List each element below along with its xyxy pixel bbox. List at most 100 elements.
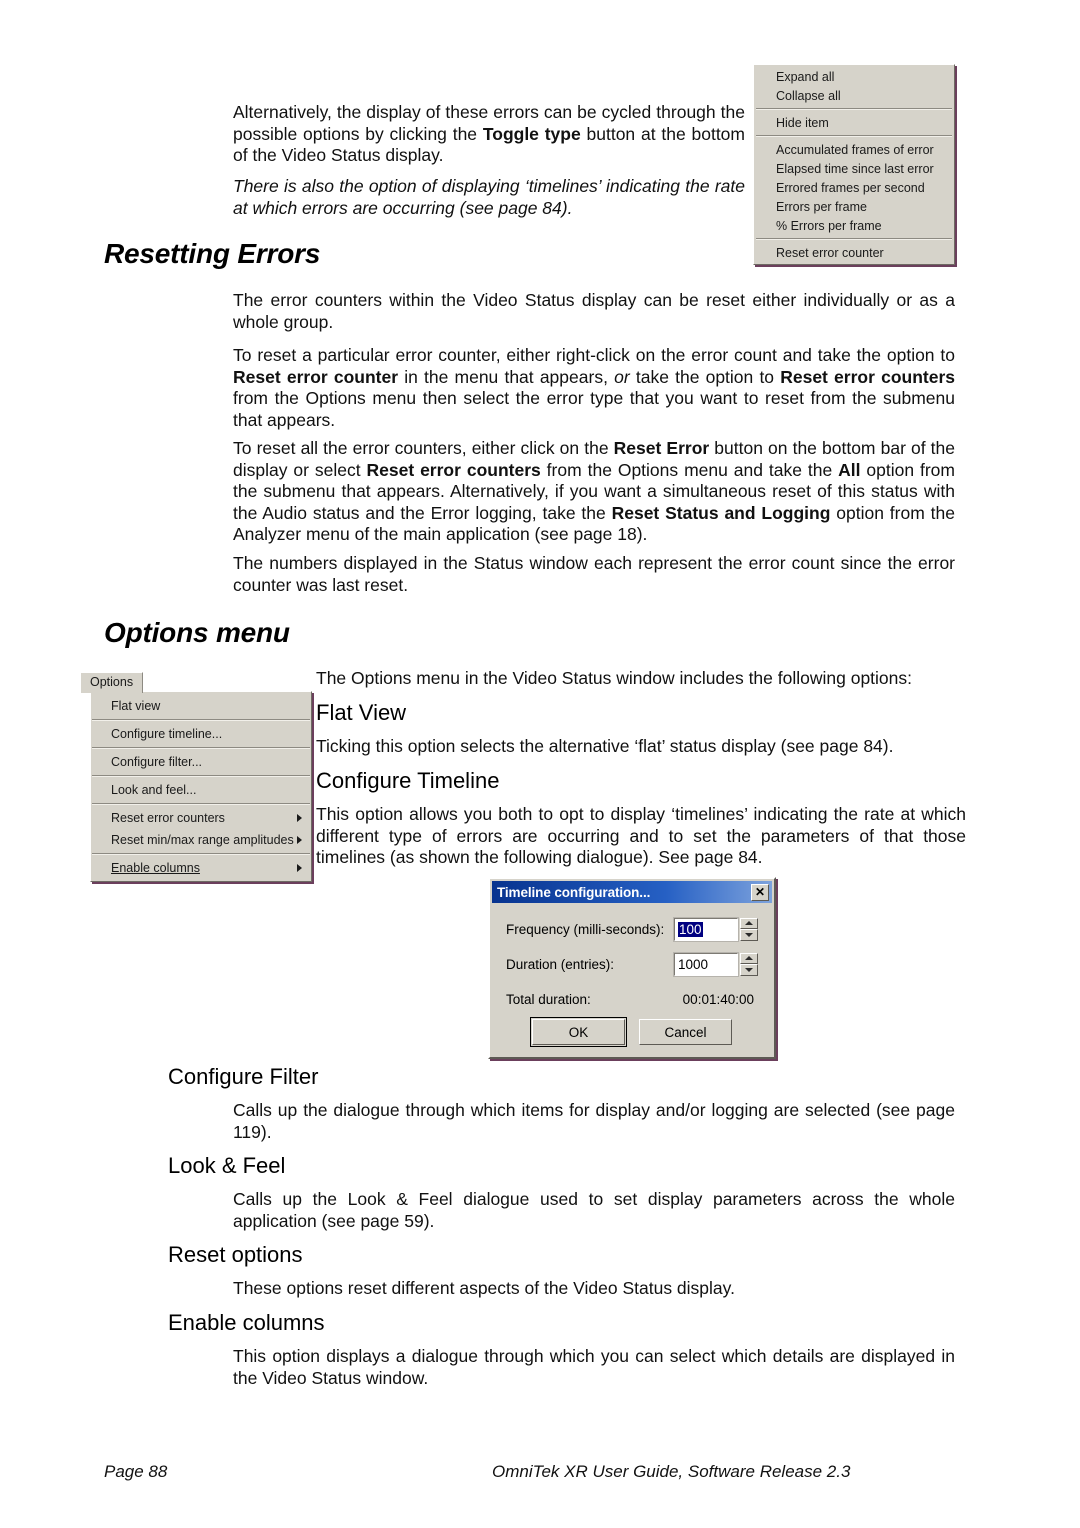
options-menu-separator (92, 747, 310, 749)
options-menu-separator (92, 803, 310, 805)
intro-paragraph-1: Alternatively, the display of these erro… (233, 102, 745, 167)
menu-bar-tab-options[interactable]: Options (80, 672, 144, 693)
intro-paragraph-2: There is also the option of displaying ‘… (233, 176, 745, 219)
rp3-bold-reset-error: Reset Error (613, 438, 710, 458)
dialog-title-bar: Timeline configuration... ✕ (492, 881, 772, 903)
options-menu-separator (92, 775, 310, 777)
options-menu-graphic: Options Flat view Configure timeline... … (80, 672, 325, 882)
cancel-button[interactable]: Cancel (639, 1019, 732, 1045)
intro-p1-bold-toggle-type: Toggle type (482, 123, 581, 144)
options-menu-item-reset-min-max-range-amplitudes[interactable]: Reset min/max range amplitudes (91, 829, 311, 851)
frequency-value: 100 (678, 921, 703, 937)
rp2-e: take the option to (629, 366, 781, 387)
dialog-title-text: Timeline configuration... (497, 884, 651, 900)
frequency-spin-up-button[interactable] (740, 917, 758, 929)
duration-input[interactable]: 1000 (673, 951, 739, 977)
ok-button[interactable]: OK (530, 1017, 627, 1047)
duration-spin-buttons[interactable] (740, 952, 758, 976)
options-menu-item-flat-view[interactable]: Flat view (91, 695, 311, 717)
context-menu-item-accumulated-frames-of-error[interactable]: Accumulated frames of error (754, 140, 954, 159)
context-menu-item-errored-frames-per-second[interactable]: Errored frames per second (754, 178, 954, 197)
total-duration-label: Total duration: (506, 991, 591, 1007)
submenu-arrow-icon (297, 814, 302, 822)
context-menu-item-collapse-all[interactable]: Collapse all (754, 86, 954, 105)
context-menu-separator (756, 108, 952, 110)
resetting-errors-paragraph-4: The numbers displayed in the Status wind… (233, 553, 955, 595)
error-context-menu[interactable]: Expand all Collapse all Hide item Accumu… (753, 64, 955, 265)
context-menu-separator (756, 238, 952, 240)
rp3-bold-reset-status-and-logging: Reset Status and Logging (611, 502, 831, 523)
context-menu-item-percent-errors-per-frame[interactable]: % Errors per frame (754, 216, 954, 235)
options-menu-item-reset-error-counters[interactable]: Reset error counters (91, 807, 311, 829)
resetting-errors-paragraph-1: The error counters within the Video Stat… (233, 290, 955, 332)
dialog-body: Frequency (milli-seconds): 100 Duration … (490, 903, 774, 1057)
context-menu-item-elapsed-time-since-last-error[interactable]: Elapsed time since last error (754, 159, 954, 178)
heading-flat-view: Flat View (316, 700, 407, 725)
options-menu-item-enable-columns[interactable]: Enable columns (91, 857, 311, 879)
duration-spin-down-button[interactable] (740, 964, 758, 976)
frequency-stepper[interactable]: 100 (673, 916, 758, 942)
triangle-up-icon (745, 921, 753, 926)
body-flat-view: Ticking this option selects the alternat… (316, 736, 894, 756)
submenu-arrow-icon (297, 864, 302, 872)
options-menu-separator (92, 719, 310, 721)
rp2-g: from the Options menu then select the er… (233, 388, 955, 430)
rp3-bold-all: All (838, 459, 861, 480)
heading-reset-options: Reset options (168, 1242, 303, 1267)
body-look-and-feel: Calls up the Look & Feel dialogue used t… (233, 1189, 955, 1231)
submenu-arrow-icon (297, 836, 302, 844)
options-menu-item-label: Reset min/max range amplitudes (111, 833, 294, 847)
options-menu-intro: The Options menu in the Video Status win… (316, 668, 913, 688)
options-menu-item-configure-filter[interactable]: Configure filter... (91, 751, 311, 773)
frequency-spin-buttons[interactable] (740, 917, 758, 941)
close-icon[interactable]: ✕ (751, 883, 769, 901)
rp3-bold-reset-error-counters: Reset error counters (366, 459, 541, 480)
frequency-row: Frequency (milli-seconds): 100 (506, 916, 758, 942)
frequency-input[interactable]: 100 (673, 916, 739, 942)
frequency-label: Frequency (milli-seconds): (506, 921, 665, 937)
options-menu-item-configure-timeline[interactable]: Configure timeline... (91, 723, 311, 745)
duration-label: Duration (entries): (506, 956, 615, 972)
heading-look-and-feel: Look & Feel (168, 1153, 286, 1178)
options-menu-item-look-and-feel[interactable]: Look and feel... (91, 779, 311, 801)
rp2-italic-or: or (614, 366, 630, 387)
options-menu-separator (92, 853, 310, 855)
rp3-e: from the Options menu and take the (540, 459, 839, 480)
body-enable-columns: This option displays a dialogue through … (233, 1346, 955, 1388)
heading-enable-columns: Enable columns (168, 1310, 325, 1335)
intro-p2-text: There is also the option of displaying ‘… (233, 176, 745, 218)
duration-spin-up-button[interactable] (740, 952, 758, 964)
context-menu-separator (756, 135, 952, 137)
duration-stepper[interactable]: 1000 (673, 951, 758, 977)
footer-guide-title: OmniTek XR User Guide, Software Release … (492, 1462, 851, 1481)
options-menu-item-label: Enable columns (111, 861, 200, 875)
frequency-spin-down-button[interactable] (740, 929, 758, 941)
body-configure-filter: Calls up the dialogue through which item… (233, 1100, 955, 1142)
options-dropdown-menu[interactable]: Flat view Configure timeline... Configur… (90, 691, 312, 882)
triangle-down-icon (745, 932, 753, 937)
rp2-c: in the menu that appears, (398, 366, 615, 387)
body-configure-timeline: This option allows you both to opt to di… (316, 804, 966, 867)
timeline-configuration-dialog[interactable]: Timeline configuration... ✕ Frequency (m… (488, 877, 776, 1059)
duration-value: 1000 (678, 956, 709, 972)
heading-options-menu: Options menu (104, 617, 290, 648)
body-reset-options: These options reset different aspects of… (233, 1278, 735, 1298)
duration-row: Duration (entries): 1000 (506, 951, 758, 977)
footer-page-number: Page 88 (104, 1462, 168, 1481)
heading-configure-filter: Configure Filter (168, 1064, 319, 1089)
rp2-a: To reset a particular error counter, eit… (233, 345, 955, 365)
context-menu-item-reset-error-counter[interactable]: Reset error counter (754, 243, 954, 262)
dialog-button-row: OK Cancel (506, 1017, 758, 1047)
rp3-a: To reset all the error counters, either … (233, 438, 614, 458)
context-menu-item-errors-per-frame[interactable]: Errors per frame (754, 197, 954, 216)
triangle-down-icon (745, 967, 753, 972)
context-menu-item-expand-all[interactable]: Expand all (754, 67, 954, 86)
document-page: Expand all Collapse all Hide item Accumu… (0, 0, 1080, 1528)
context-menu-item-hide-item[interactable]: Hide item (754, 113, 954, 132)
resetting-errors-paragraph-2: To reset a particular error counter, eit… (233, 345, 955, 431)
heading-resetting-errors: Resetting Errors (104, 238, 321, 269)
rp2-bold-reset-error-counters: Reset error counters (780, 366, 955, 387)
rp2-bold-reset-error-counter: Reset error counter (233, 366, 399, 387)
options-menu-item-label: Reset error counters (111, 811, 225, 825)
total-duration-row: Total duration: 00:01:40:00 (506, 987, 758, 1011)
